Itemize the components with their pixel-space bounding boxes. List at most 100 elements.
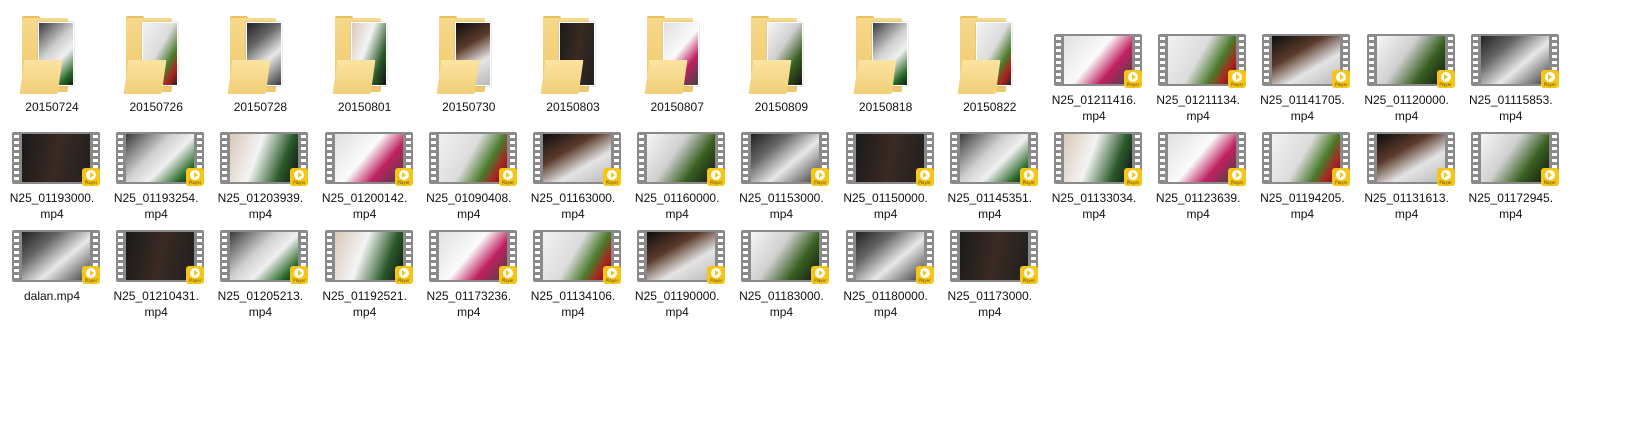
badge-label: Player <box>84 179 98 185</box>
video-preview-frame <box>1168 134 1237 182</box>
video-thumbnail: Player <box>1052 132 1142 188</box>
video-file-item[interactable]: Player N25_01115853. mp4 <box>1459 34 1563 132</box>
badge-label: Player <box>1230 81 1244 87</box>
video-file-item[interactable]: Player N25_01090408. mp4 <box>417 132 521 230</box>
player-badge-icon: Player <box>186 168 205 186</box>
folder-item[interactable]: 20150809 <box>729 8 833 114</box>
video-file-item[interactable]: Player N25_01183000. mp4 <box>729 230 833 328</box>
video-file-item[interactable]: Player N25_01133034. mp4 <box>1042 132 1146 230</box>
badge-label: Player <box>814 179 827 185</box>
video-file-item[interactable]: Player N25_01120000. mp4 <box>1355 34 1459 132</box>
file-name: N25_01193000. mp4 <box>9 191 95 221</box>
folder-item[interactable]: 20150730 <box>417 8 521 114</box>
video-thumbnail: Player <box>114 132 205 188</box>
folder-item[interactable]: 20150724 <box>0 8 104 114</box>
video-file-item[interactable]: Player N25_01150000. mp4 <box>834 132 938 230</box>
play-icon <box>502 267 513 278</box>
video-file-item[interactable]: Player N25_01200142. mp4 <box>313 132 417 230</box>
video-file-item[interactable]: Player N25_01210431. mp4 <box>104 230 208 328</box>
file-name: N25_01160000. mp4 <box>634 191 720 221</box>
play-icon <box>711 267 722 278</box>
video-preview-frame <box>126 232 195 280</box>
video-thumbnail: Player <box>10 132 100 188</box>
folder-icon <box>531 16 615 96</box>
video-preview-frame <box>543 232 611 280</box>
play-icon <box>398 267 409 278</box>
video-file-item[interactable]: Player N25_01190000. mp4 <box>625 230 729 328</box>
folder-name: 20150801 <box>337 100 392 114</box>
folder-item[interactable]: 20150822 <box>938 8 1042 114</box>
video-thumbnail: Player <box>427 230 517 286</box>
player-badge-icon: Player <box>1124 70 1142 88</box>
folder-item[interactable]: 20150728 <box>208 8 312 114</box>
play-icon <box>1023 267 1034 278</box>
video-thumbnail: Player <box>635 132 726 188</box>
video-file-item[interactable]: Player N25_01193254. mp4 <box>104 132 208 230</box>
video-file-item[interactable]: Player N25_01173000. mp4 <box>938 230 1042 328</box>
video-file-item[interactable]: Player N25_01194205. mp4 <box>1250 132 1354 230</box>
folder-name: 20150724 <box>25 100 79 114</box>
play-icon <box>1440 169 1451 180</box>
video-file-item[interactable]: Player N25_01145351. mp4 <box>938 132 1042 230</box>
video-thumbnail: Player <box>844 230 934 286</box>
player-badge-icon: Player <box>1228 168 1247 186</box>
video-thumbnail: Player <box>948 132 1038 188</box>
folder-name: 20150809 <box>754 100 809 114</box>
folder-item[interactable]: 20150803 <box>521 8 625 114</box>
video-file-item[interactable]: Player N25_01153000. mp4 <box>729 132 833 230</box>
folder-icon <box>218 16 302 96</box>
video-file-item[interactable]: Player N25_01193000. mp4 <box>0 132 104 230</box>
video-preview-frame <box>855 134 924 182</box>
video-file-item[interactable]: Player N25_01172945. mp4 <box>1459 132 1563 230</box>
video-preview-frame <box>22 232 90 280</box>
video-thumbnail: Player <box>739 132 830 188</box>
video-preview-frame <box>1480 36 1549 84</box>
folder-icon <box>844 16 928 96</box>
folder-item[interactable]: 20150807 <box>625 8 729 114</box>
file-name: N25_01190000. mp4 <box>634 289 720 319</box>
file-name: dalan.mp4 <box>23 289 81 303</box>
folder-item[interactable]: 20150726 <box>104 8 208 114</box>
folder-item[interactable]: 20150801 <box>313 8 417 114</box>
folder-item[interactable]: 20150818 <box>834 8 938 114</box>
video-file-item[interactable]: Player N25_01203939. mp4 <box>208 132 312 230</box>
video-file-item[interactable]: Player N25_01211134. mp4 <box>1146 34 1250 132</box>
play-icon <box>398 169 409 180</box>
player-badge-icon: Player <box>707 266 726 284</box>
file-name: N25_01194205. mp4 <box>1260 191 1345 221</box>
video-thumbnail: Player <box>427 132 517 188</box>
video-preview-frame <box>1168 36 1237 84</box>
video-file-item[interactable]: Player N25_01123639. mp4 <box>1146 132 1250 230</box>
video-file-item[interactable]: Player dalan.mp4 <box>0 230 104 328</box>
video-file-item[interactable]: Player N25_01141705. mp4 <box>1250 34 1354 132</box>
player-badge-icon: Player <box>1436 70 1455 88</box>
player-badge-icon: Player <box>1540 70 1559 88</box>
video-thumbnail: Player <box>1156 132 1247 188</box>
video-thumbnail: Player <box>1469 132 1559 188</box>
video-file-item[interactable]: Player N25_01160000. mp4 <box>625 132 729 230</box>
badge-label: Player <box>501 277 515 283</box>
player-badge-icon: Player <box>915 168 934 186</box>
video-file-item[interactable]: Player N25_01134106. mp4 <box>521 230 625 328</box>
play-icon <box>607 267 617 278</box>
video-thumbnail: Player <box>1260 34 1351 90</box>
player-badge-icon: Player <box>811 266 830 284</box>
folder-name: 20150803 <box>546 100 600 114</box>
video-file-item[interactable]: Player N25_01180000. mp4 <box>834 230 938 328</box>
video-file-item[interactable]: Player N25_01205213. mp4 <box>208 230 312 328</box>
video-file-item[interactable]: Player N25_01163000. mp4 <box>521 132 625 230</box>
play-icon <box>1544 169 1555 180</box>
video-preview-frame <box>647 232 716 280</box>
video-file-item[interactable]: Player N25_01211416. mp4 <box>1042 34 1146 132</box>
video-preview-frame <box>855 232 924 280</box>
player-badge-icon: Player <box>394 168 413 186</box>
video-file-item[interactable]: Player N25_01192521. mp4 <box>313 230 417 328</box>
video-file-item[interactable]: Player N25_01131613. mp4 <box>1355 132 1459 230</box>
play-icon <box>190 267 201 278</box>
play-icon <box>1440 71 1451 82</box>
folder-name: 20150730 <box>442 100 496 114</box>
player-badge-icon: Player <box>82 168 100 186</box>
video-thumbnail: Player <box>635 230 726 286</box>
video-file-item[interactable]: Player N25_01173236. mp4 <box>417 230 521 328</box>
player-badge-icon: Player <box>498 266 517 284</box>
